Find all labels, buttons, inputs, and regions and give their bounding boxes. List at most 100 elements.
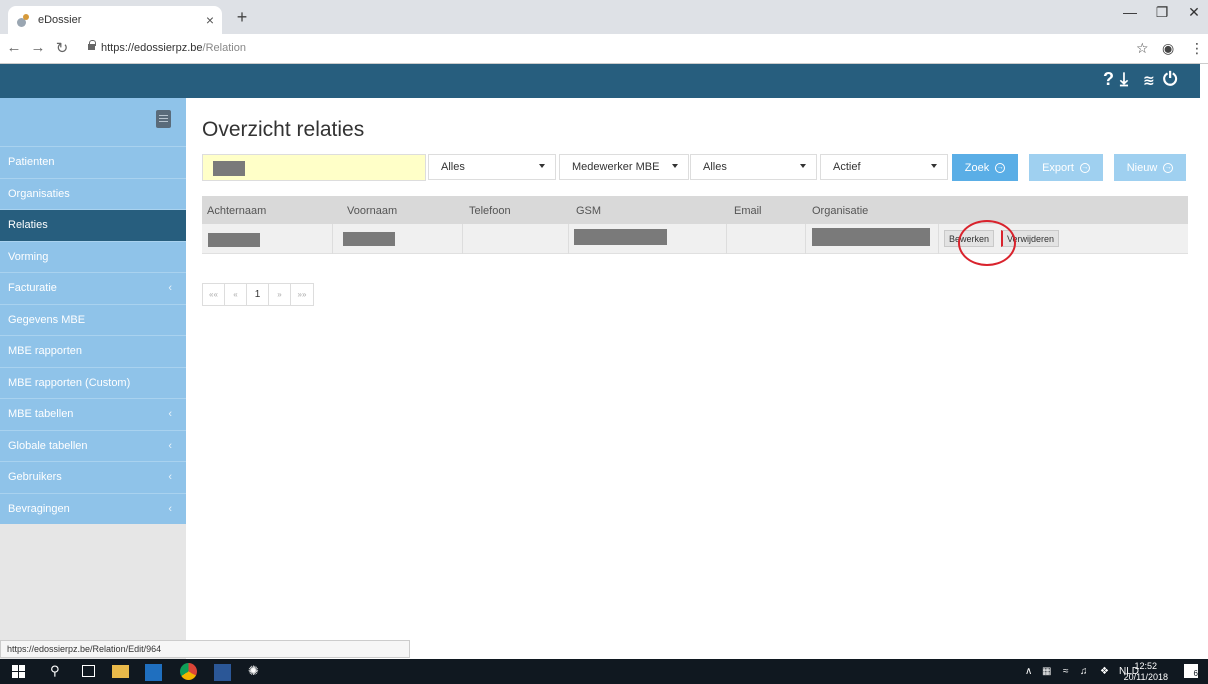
profile-icon[interactable]: ◉ <box>1162 40 1174 57</box>
sidebar-item-label: Gebruikers <box>8 471 62 484</box>
browser-tab[interactable]: eDossier × <box>8 6 222 34</box>
tray-up-arrow-icon[interactable]: ∧ <box>1025 666 1032 677</box>
page-next-button[interactable]: » <box>269 284 291 305</box>
page-first-button[interactable]: «« <box>203 284 225 305</box>
clock-date: 20/11/2018 <box>1123 672 1168 682</box>
redacted-firstname <box>343 232 395 246</box>
sidebar-item-label: Patienten <box>8 156 55 169</box>
browser-menu-icon[interactable]: ⋮ <box>1190 40 1204 57</box>
type-filter-select[interactable]: Alles <box>428 154 556 180</box>
task-view-icon[interactable] <box>82 665 95 677</box>
app-header: ? ⤓ ≋ ⏻ <box>0 64 1200 98</box>
dropdown-caret-icon <box>800 164 806 168</box>
sidebar-item-vorming[interactable]: Vorming <box>0 240 186 272</box>
chrome-icon[interactable] <box>180 663 197 680</box>
column-divider <box>726 224 727 254</box>
sidebar-item-relaties[interactable]: Relaties <box>0 209 186 241</box>
column-header-email[interactable]: Email <box>734 205 762 217</box>
wifi-icon[interactable]: ≈ <box>1063 666 1069 677</box>
url-field[interactable]: https://edossierpz.be/Relation <box>88 40 246 54</box>
status-filter-value: Actief <box>833 161 861 173</box>
sidebar-item-globale-tabellen[interactable]: Globale tabellen ‹ <box>0 429 186 461</box>
forward-arrow-icon[interactable]: → <box>28 39 48 56</box>
sidebar-item-organisaties[interactable]: Organisaties <box>0 177 186 209</box>
notification-center-icon[interactable]: 6 <box>1184 664 1198 678</box>
sidebar-item-gegevens-mbe[interactable]: Gegevens MBE <box>0 303 186 335</box>
main-content: Overzicht relaties Alles Medewerker MBE … <box>186 98 1200 659</box>
search-icon[interactable]: ⚲ <box>50 663 67 680</box>
role-filter-value: Medewerker MBE <box>572 161 660 173</box>
new-button-label: Nieuw <box>1126 161 1158 174</box>
chevron-left-icon: ‹ <box>168 502 172 515</box>
database-icon[interactable]: ≋ <box>1143 72 1155 89</box>
column-header-lastname[interactable]: Achternaam <box>207 205 266 217</box>
search-button[interactable]: Zoek → <box>952 154 1018 181</box>
column-header-organisation[interactable]: Organisatie <box>812 205 868 217</box>
edossier-favicon-icon <box>16 13 30 27</box>
page-1-button[interactable]: 1 <box>247 284 269 305</box>
notification-count: 6 <box>1193 669 1198 678</box>
sidebar-item-mbe-tabellen[interactable]: MBE tabellen ‹ <box>0 398 186 430</box>
chevron-left-icon: ‹ <box>168 408 172 421</box>
network-icon[interactable]: ▦ <box>1042 666 1051 677</box>
window-close-icon[interactable]: ✕ <box>1180 4 1208 21</box>
role-filter-select[interactable]: Medewerker MBE <box>559 154 689 180</box>
column-divider <box>462 224 463 254</box>
file-explorer-icon[interactable] <box>112 665 129 678</box>
sidebar-item-label: Relaties <box>8 219 48 232</box>
search-input[interactable] <box>202 154 426 181</box>
export-button[interactable]: Export → <box>1029 154 1103 181</box>
word-icon[interactable] <box>214 664 231 681</box>
column-header-firstname[interactable]: Voornaam <box>347 205 397 217</box>
minimize-icon[interactable]: — <box>1116 4 1144 20</box>
column-header-phone[interactable]: Telefoon <box>469 205 511 217</box>
sidebar-item-mbe-rapporten-custom[interactable]: MBE rapporten (Custom) <box>0 366 186 398</box>
page-prev-button[interactable]: « <box>225 284 247 305</box>
sidebar-item-label: MBE rapporten <box>8 345 82 358</box>
column-header-gsm[interactable]: GSM <box>576 205 601 217</box>
url-path: /Relation <box>202 42 246 54</box>
dropbox-icon[interactable]: ❖ <box>1100 666 1109 677</box>
outlook-icon[interactable] <box>145 664 162 681</box>
sidebar-item-label: MBE tabellen <box>8 408 74 421</box>
status-filter-select[interactable]: Actief <box>820 154 948 180</box>
system-clock[interactable]: 12:52 20/11/2018 <box>1124 661 1168 683</box>
new-tab-button[interactable]: + <box>230 6 254 30</box>
sidebar-item-label: Globale tabellen <box>8 439 88 452</box>
redacted-search-text <box>213 161 245 176</box>
page-last-button[interactable]: »» <box>291 284 313 305</box>
paint-icon[interactable]: ✺ <box>248 663 265 680</box>
search-button-label: Zoek <box>964 161 990 174</box>
new-button[interactable]: Nieuw → <box>1114 154 1186 181</box>
reload-icon[interactable]: ↻ <box>52 39 72 57</box>
sidebar-item-patienten[interactable]: Patienten <box>0 146 186 178</box>
sidebar-item-label: MBE rapporten (Custom) <box>8 376 131 389</box>
sidebar-item-label: Bevragingen <box>8 502 70 515</box>
column-divider <box>938 224 939 254</box>
back-arrow-icon[interactable]: ← <box>4 39 24 56</box>
sidebar-nav: Patienten Organisaties Relaties Vorming Fact… <box>0 146 186 524</box>
tab-close-icon[interactable]: × <box>206 12 214 28</box>
scope-filter-select[interactable]: Alles <box>690 154 817 180</box>
power-icon[interactable]: ⏻ <box>1163 69 1177 90</box>
sidebar-item-gebruikers[interactable]: Gebruikers ‹ <box>0 461 186 493</box>
lock-icon <box>88 40 96 50</box>
arrow-right-circle-icon: → <box>1079 162 1090 173</box>
sidebar: Patienten Organisaties Relaties Vorming Fact… <box>0 98 186 659</box>
pagination: «« « 1 » »» <box>202 283 314 306</box>
column-divider <box>805 224 806 254</box>
sidebar-item-bevragingen[interactable]: Bevragingen ‹ <box>0 492 186 524</box>
sidebar-menu-toggle-icon[interactable] <box>156 110 171 128</box>
sidebar-item-facturatie[interactable]: Facturatie ‹ <box>0 272 186 304</box>
volume-icon[interactable]: ♫ <box>1080 666 1088 677</box>
dropdown-caret-icon <box>539 164 545 168</box>
sidebar-item-mbe-rapporten[interactable]: MBE rapporten <box>0 335 186 367</box>
help-icon[interactable]: ? <box>1103 69 1114 90</box>
url-host: https://edossierpz.be <box>101 42 203 54</box>
maximize-icon[interactable]: ❐ <box>1148 4 1176 21</box>
bookmark-star-icon[interactable]: ☆ <box>1136 40 1149 57</box>
download-icon[interactable]: ⤓ <box>1120 69 1128 90</box>
clock-time: 12:52 <box>1134 661 1158 671</box>
dropdown-caret-icon <box>931 164 937 168</box>
windows-start-icon[interactable] <box>12 665 25 678</box>
